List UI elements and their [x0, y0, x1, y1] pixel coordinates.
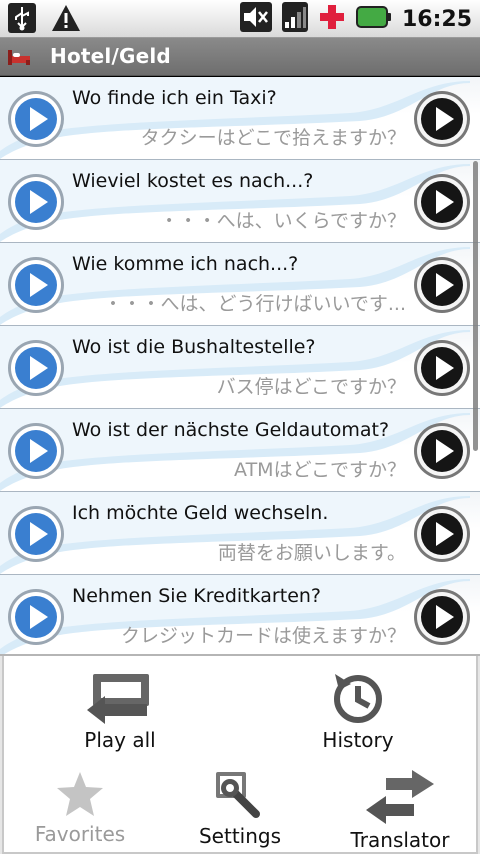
play-japanese-button[interactable]: [412, 255, 472, 315]
play-japanese-button[interactable]: [412, 587, 472, 647]
play-japanese-button[interactable]: [412, 89, 472, 149]
clock: 16:25: [401, 6, 472, 32]
german-phrase: Wo finde ich ein Taxi?: [72, 87, 277, 109]
phrase-row[interactable]: Wo finde ich ein Taxi? タクシーはどこで拾えますか？: [0, 77, 480, 160]
play-german-button[interactable]: [6, 587, 66, 647]
settings-label: Settings: [198, 824, 282, 848]
phrase-row[interactable]: Wie komme ich nach...? ・・・へは、どう行けばいいです..…: [0, 243, 480, 326]
japanese-phrase: ・・・へは、どう行けばいいです...: [103, 293, 406, 315]
play-german-button[interactable]: [6, 338, 66, 398]
star-icon: [10, 770, 150, 818]
warning-icon: [50, 3, 82, 37]
options-menu: Play all History Favorites Settings Tran…: [0, 654, 480, 854]
bed-icon: [6, 46, 32, 68]
translator-label: Translator: [350, 828, 450, 852]
japanese-phrase: ATMはどこですか？: [234, 459, 406, 481]
usb-icon: [8, 3, 36, 37]
german-phrase: Wie komme ich nach...?: [72, 253, 299, 275]
japanese-phrase: クレジットカードは使えますか？: [120, 625, 406, 647]
health-cross-icon: [318, 3, 346, 35]
play-japanese-button[interactable]: [412, 504, 472, 564]
translator-button[interactable]: Translator: [330, 770, 470, 852]
play-german-button[interactable]: [6, 255, 66, 315]
battery-icon: [355, 5, 392, 33]
signal-icon: [281, 2, 308, 36]
play-german-button[interactable]: [6, 504, 66, 564]
play-german-button[interactable]: [6, 421, 66, 481]
favorites-label: Favorites: [34, 822, 126, 846]
phrase-row[interactable]: Wo ist der nächste Geldautomat? ATMはどこです…: [0, 409, 480, 492]
status-bar: 16:25: [0, 0, 480, 38]
play-all-label: Play all: [84, 728, 156, 752]
japanese-phrase: 両替をお願いします。: [217, 542, 406, 564]
swap-arrows-icon: [330, 770, 470, 824]
mute-icon: [239, 2, 272, 36]
history-icon: [278, 670, 438, 724]
german-phrase: Wo ist der nächste Geldautomat?: [72, 419, 390, 441]
phrase-row[interactable]: Wieviel kostet es nach...? ・・・へは、いくらですか？: [0, 160, 480, 243]
history-label: History: [322, 728, 394, 752]
german-phrase: Ich möchte Geld wechseln.: [72, 502, 329, 524]
play-german-button[interactable]: [6, 172, 66, 232]
german-phrase: Wieviel kostet es nach...?: [72, 170, 314, 192]
japanese-phrase: バス停はどこですか？: [216, 376, 406, 398]
japanese-phrase: ・・・へは、いくらですか？: [159, 210, 406, 232]
settings-button[interactable]: Settings: [170, 770, 310, 848]
play-japanese-button[interactable]: [412, 421, 472, 481]
phrase-row[interactable]: Ich möchte Geld wechseln. 両替をお願いします。: [0, 492, 480, 575]
page-title: Hotel/Geld: [50, 44, 171, 68]
phrase-row[interactable]: Wo ist die Bushaltestelle? バス停はどこですか？: [0, 326, 480, 409]
repeat-icon: [40, 670, 200, 724]
title-bar: Hotel/Geld: [0, 38, 480, 76]
play-all-button[interactable]: Play all: [40, 670, 200, 752]
play-japanese-button[interactable]: [412, 338, 472, 398]
german-phrase: Wo ist die Bushaltestelle?: [72, 336, 316, 358]
german-phrase: Nehmen Sie Kreditkarten?: [72, 585, 322, 607]
phrase-row[interactable]: Nehmen Sie Kreditkarten? クレジットカードは使えますか？: [0, 575, 480, 654]
play-german-button[interactable]: [6, 89, 66, 149]
phrase-list[interactable]: Wo finde ich ein Taxi? タクシーはどこで拾えますか？ Wi…: [0, 77, 480, 654]
favorites-button[interactable]: Favorites: [10, 770, 150, 846]
japanese-phrase: タクシーはどこで拾えますか？: [140, 127, 406, 149]
scrollbar[interactable]: [473, 161, 478, 451]
settings-wrench-icon: [170, 770, 310, 820]
history-button[interactable]: History: [278, 670, 438, 752]
play-japanese-button[interactable]: [412, 172, 472, 232]
